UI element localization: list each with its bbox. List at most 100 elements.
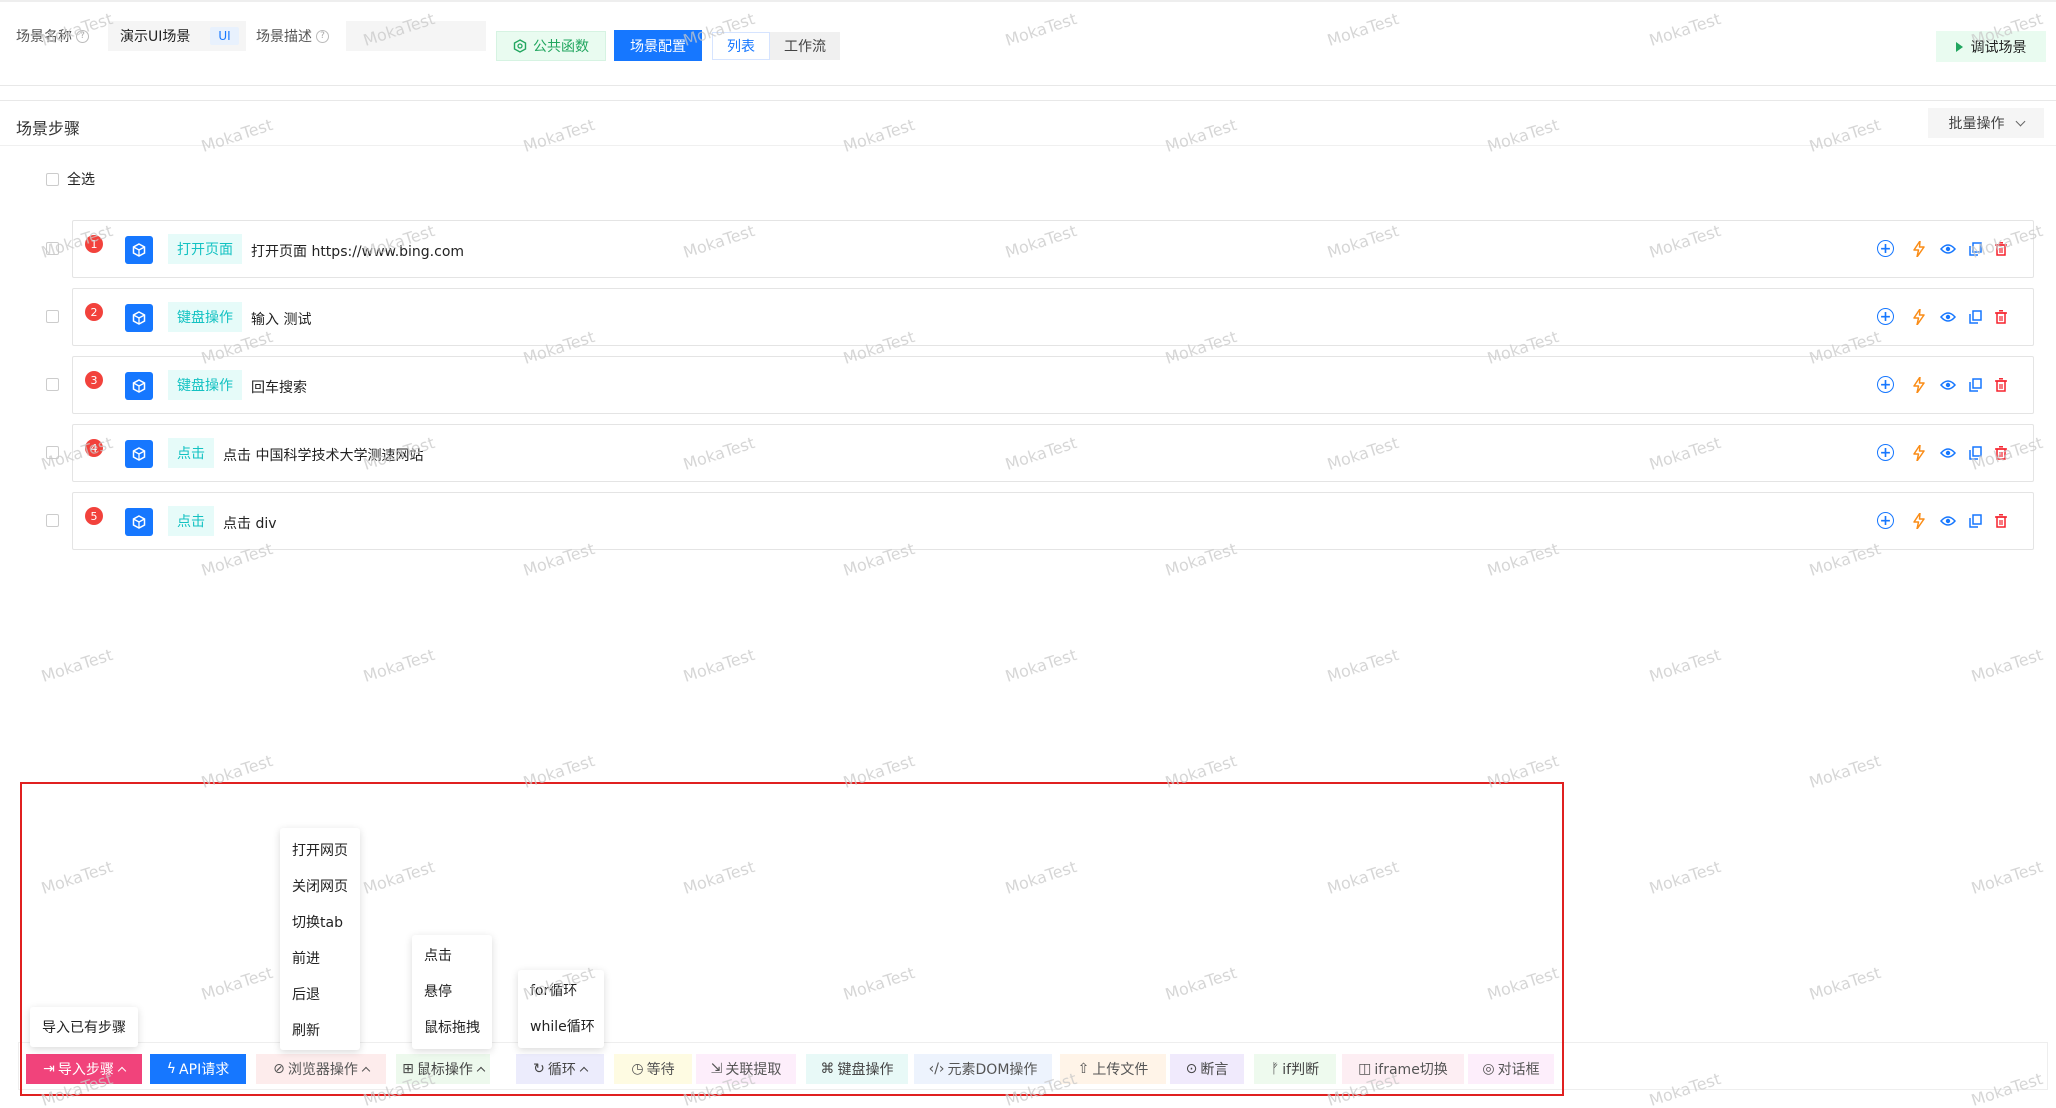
step-description: 输入 测试	[251, 312, 312, 328]
dialog-button[interactable]: ◎ 对话框	[1468, 1054, 1554, 1084]
lightning-icon[interactable]	[1911, 444, 1927, 462]
step-type-tag: 点击	[168, 506, 214, 536]
scene-config-button[interactable]: 场景配置	[614, 30, 702, 61]
mouse-operation-button[interactable]: ⊞ 鼠标操作	[396, 1054, 490, 1084]
step-row[interactable]: 1 打开页面 打开页面 https://www.bing.com +	[72, 220, 2034, 278]
delete-icon[interactable]	[1993, 308, 2009, 326]
upload-file-button[interactable]: ⇧ 上传文件	[1060, 1054, 1166, 1084]
menu-item-refresh[interactable]: 刷新	[280, 1012, 360, 1048]
copy-icon[interactable]	[1967, 376, 1983, 394]
step-description: 点击 div	[223, 516, 277, 532]
help-icon[interactable]: ?	[76, 29, 89, 43]
lightning-icon[interactable]	[1911, 308, 1927, 326]
select-all-checkbox[interactable]	[46, 172, 59, 186]
step-number-badge: 2	[85, 303, 103, 321]
add-step-icon[interactable]: +	[1877, 376, 1894, 393]
menu-item-hover[interactable]: 悬停	[412, 973, 492, 1009]
copy-icon[interactable]	[1967, 512, 1983, 530]
step-row[interactable]: 4 点击 点击 中国科学技术大学测速网站 +	[72, 424, 2034, 482]
step-checkbox[interactable]	[46, 514, 59, 527]
menu-item-for-loop[interactable]: for循环	[518, 972, 604, 1008]
lightning-icon[interactable]	[1911, 376, 1927, 394]
hexagon-icon	[513, 39, 527, 53]
menu-item-back[interactable]: 后退	[280, 976, 360, 1012]
select-all[interactable]: 全选	[46, 169, 95, 189]
add-step-icon[interactable]: +	[1877, 308, 1894, 325]
watermark-text: MokaTest	[1162, 751, 1240, 792]
iframe-switch-button[interactable]: ◫ iframe切换	[1342, 1054, 1464, 1084]
step-number-badge: 4	[85, 439, 103, 457]
step-row[interactable]: 5 点击 点击 div +	[72, 492, 2034, 550]
view-flow-tab[interactable]: 工作流	[770, 32, 840, 60]
eye-icon[interactable]	[1939, 308, 1957, 326]
eye-icon[interactable]	[1939, 444, 1957, 462]
menu-item-click[interactable]: 点击	[412, 937, 492, 973]
api-request-button[interactable]: ϟ API请求	[150, 1054, 246, 1084]
dom-operation-button[interactable]: ‹/› 元素DOM操作	[914, 1054, 1052, 1084]
step-row[interactable]: 2 键盘操作 输入 测试 +	[72, 288, 2034, 346]
delete-icon[interactable]	[1993, 376, 2009, 394]
copy-icon[interactable]	[1967, 308, 1983, 326]
step-checkbox[interactable]	[46, 242, 59, 255]
add-step-icon[interactable]: +	[1877, 444, 1894, 461]
menu-item-while-loop[interactable]: while循环	[518, 1008, 604, 1044]
watermark-text: MokaTest	[840, 751, 918, 792]
loop-icon: ↻	[533, 1061, 545, 1077]
public-function-button[interactable]: 公共函数	[496, 31, 606, 61]
watermark-text: MokaTest	[38, 857, 116, 898]
upload-icon: ⇧	[1077, 1061, 1090, 1077]
copy-icon[interactable]	[1967, 240, 1983, 258]
batch-operation-button[interactable]: 批量操作	[1928, 108, 2044, 138]
assert-button[interactable]: ⊙ 断言	[1170, 1054, 1244, 1084]
delete-icon[interactable]	[1993, 512, 2009, 530]
delete-icon[interactable]	[1993, 444, 2009, 462]
add-step-icon[interactable]: +	[1877, 240, 1894, 257]
loop-menu: for循环 while循环	[518, 970, 604, 1048]
scene-desc-field[interactable]	[346, 21, 486, 51]
browser-menu: 打开网页 关闭网页 切换tab 前进 后退 刷新	[280, 828, 360, 1050]
step-description: 回车搜索	[251, 380, 307, 396]
delete-icon[interactable]	[1993, 240, 2009, 258]
menu-item-switch-tab[interactable]: 切换tab	[280, 904, 360, 940]
keyboard-operation-button[interactable]: ⌘ 键盘操作	[806, 1054, 908, 1084]
copy-icon[interactable]	[1967, 444, 1983, 462]
step-row[interactable]: 3 键盘操作 回车搜索 +	[72, 356, 2034, 414]
play-icon	[1955, 41, 1963, 52]
debug-scene-button[interactable]: 调试场景	[1936, 31, 2046, 62]
chevron-up-icon	[361, 1066, 371, 1075]
step-checkbox[interactable]	[46, 378, 59, 391]
code-icon: ‹/›	[928, 1061, 945, 1077]
browser-operation-button[interactable]: ⊘ 浏览器操作	[256, 1054, 386, 1084]
bolt-icon: ϟ	[166, 1061, 177, 1077]
branch-icon: ᚠ	[1270, 1061, 1280, 1077]
loop-button[interactable]: ↻ 循环	[516, 1054, 604, 1084]
step-checkbox[interactable]	[46, 310, 59, 323]
menu-item-open-page[interactable]: 打开网页	[280, 832, 360, 868]
if-condition-button[interactable]: ᚠ if判断	[1254, 1054, 1336, 1084]
lightning-icon[interactable]	[1911, 512, 1927, 530]
cube-icon	[125, 440, 153, 468]
step-checkbox[interactable]	[46, 446, 59, 459]
menu-item-forward[interactable]: 前进	[280, 940, 360, 976]
import-step-button[interactable]: ⇥ 导入步骤	[26, 1054, 142, 1084]
watermark-text: MokaTest	[360, 857, 438, 898]
menu-item-drag[interactable]: 鼠标拖拽	[412, 1009, 492, 1045]
eye-icon[interactable]	[1939, 376, 1957, 394]
watermark-text: MokaTest	[1646, 857, 1724, 898]
mouse-icon: ⊞	[402, 1061, 414, 1077]
lightning-icon[interactable]	[1911, 240, 1927, 258]
view-list-tab[interactable]: 列表	[712, 32, 770, 60]
scene-name-field[interactable]: 演示UI场景 UI	[108, 21, 246, 51]
wait-button[interactable]: ◷ 等待	[614, 1054, 692, 1084]
eye-icon[interactable]	[1939, 240, 1957, 258]
watermark-text: MokaTest	[38, 645, 116, 686]
extract-button[interactable]: ⇲ 关联提取	[696, 1054, 796, 1084]
menu-item-import-existing[interactable]: 导入已有步骤	[30, 1007, 138, 1047]
add-step-icon[interactable]: +	[1877, 512, 1894, 529]
menu-item-close-page[interactable]: 关闭网页	[280, 868, 360, 904]
eye-icon[interactable]	[1939, 512, 1957, 530]
scene-desc-label: 场景描述?	[256, 26, 329, 46]
watermark-text: MokaTest	[1484, 963, 1562, 1004]
help-icon[interactable]: ?	[316, 29, 329, 43]
step-type-tag: 点击	[168, 438, 214, 468]
